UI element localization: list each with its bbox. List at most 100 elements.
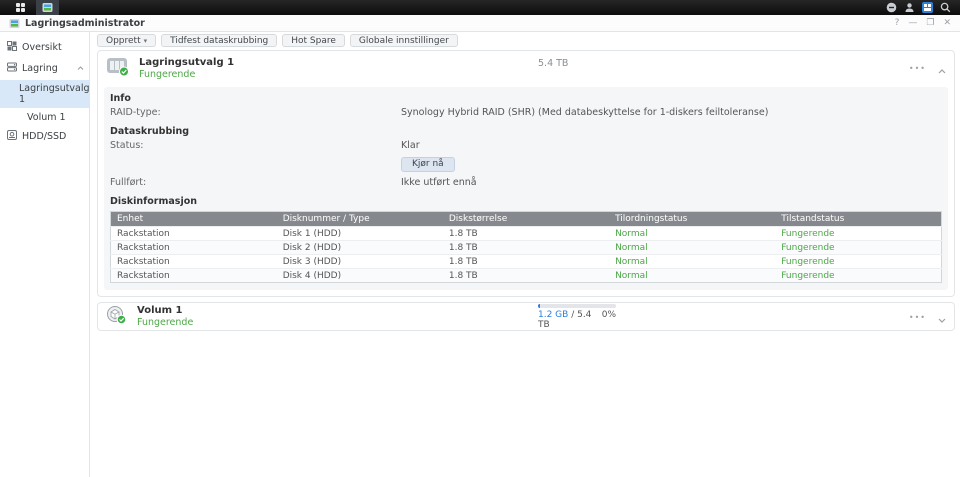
storage-pool-panel: Lagringsutvalg 1 Fungerende 5.4 TB ••• I… bbox=[97, 50, 955, 297]
pool-status-badge: Fungerende bbox=[139, 69, 196, 80]
disk-table: Enhet Disknummer / Type Diskstørrelse Ti… bbox=[110, 211, 942, 283]
cell-disk: Disk 1 (HDD) bbox=[276, 226, 443, 241]
window-title: Lagringsadministrator bbox=[25, 17, 145, 29]
volume-icon bbox=[106, 305, 128, 329]
table-row[interactable]: Rackstation Disk 1 (HDD) 1.8 TB Normal F… bbox=[110, 226, 942, 241]
collapse-panel-icon[interactable] bbox=[938, 59, 946, 78]
col-device[interactable]: Enhet bbox=[110, 211, 277, 227]
pool-capacity: 5.4 TB bbox=[538, 58, 569, 69]
info-heading: Info bbox=[110, 93, 131, 104]
cell-health: Fungerende bbox=[775, 268, 942, 283]
window-controls: ? — ❐ ✕ bbox=[895, 18, 951, 28]
scrubbing-heading: Dataskrubbing bbox=[110, 126, 190, 137]
overview-icon bbox=[7, 41, 17, 54]
cell-size: 1.8 TB bbox=[442, 240, 610, 255]
pool-identity: Lagringsutvalg 1 Fungerende bbox=[106, 57, 538, 81]
disk-table-header: Enhet Disknummer / Type Diskstørrelse Ti… bbox=[110, 211, 942, 227]
raid-type-label: RAID-type: bbox=[110, 107, 161, 118]
sidebar-item-volume-1[interactable]: Volum 1 bbox=[0, 109, 89, 126]
col-health-status[interactable]: Tilstandstatus bbox=[775, 211, 942, 227]
sidebar-item-storage[interactable]: Lagring bbox=[0, 59, 89, 78]
chevron-down-icon: ▾ bbox=[143, 36, 148, 45]
taskbar-storage-manager-button[interactable] bbox=[36, 0, 59, 15]
usage-percent: 0% bbox=[601, 309, 616, 320]
pool-panel-header: Lagringsutvalg 1 Fungerende 5.4 TB ••• bbox=[98, 51, 954, 85]
info-section: Info RAID-type: Synology Hybrid RAID (SH… bbox=[110, 93, 942, 118]
pool-title: Lagringsutvalg 1 bbox=[139, 57, 235, 68]
scrub-run-row: Kjør nå bbox=[110, 151, 942, 174]
raid-type-row: RAID-type: Synology Hybrid RAID (SHR) (M… bbox=[110, 107, 942, 118]
widgets-icon[interactable] bbox=[922, 2, 933, 13]
volume-panel: Volum 1 Fungerende 1.2 GB / 5.4 TB 0% ••… bbox=[97, 302, 955, 331]
scrub-status-label: Status: bbox=[110, 140, 144, 151]
scrub-done-value: Ikke utført ennå bbox=[401, 177, 477, 188]
close-button[interactable]: ✕ bbox=[943, 18, 951, 28]
maximize-button[interactable]: ❐ bbox=[926, 18, 934, 28]
cell-disk: Disk 2 (HDD) bbox=[276, 240, 443, 255]
col-disk-number[interactable]: Disknummer / Type bbox=[276, 211, 443, 227]
cell-device: Rackstation bbox=[110, 240, 277, 255]
cell-disk: Disk 3 (HDD) bbox=[276, 254, 443, 269]
collapse-chevron-icon[interactable] bbox=[77, 63, 84, 74]
hot-spare-button[interactable]: Hot Spare bbox=[282, 34, 345, 47]
minimize-button[interactable]: — bbox=[908, 18, 917, 28]
col-disk-size[interactable]: Diskstørrelse bbox=[442, 211, 610, 227]
cell-alloc: Normal bbox=[609, 240, 776, 255]
volume-usage: 1.2 GB / 5.4 TB 0% bbox=[538, 303, 616, 330]
cell-size: 1.8 TB bbox=[442, 268, 610, 283]
help-button[interactable]: ? bbox=[895, 18, 900, 28]
sidebar-item-label: Lagring bbox=[22, 63, 58, 74]
storage-pool-icon bbox=[106, 57, 130, 81]
global-settings-button[interactable]: Globale innstillinger bbox=[349, 34, 458, 47]
window-titlebar: Lagringsadministrator ? — ❐ ✕ bbox=[0, 15, 960, 32]
pool-titles: Lagringsutvalg 1 Fungerende bbox=[139, 57, 234, 80]
col-allocation-status[interactable]: Tilordningstatus bbox=[609, 211, 776, 227]
sidebar-item-hdd-ssd[interactable]: HDD/SSD bbox=[0, 127, 89, 146]
main-content: Lagringsutvalg 1 Fungerende 5.4 TB ••• I… bbox=[91, 50, 960, 477]
cell-device: Rackstation bbox=[110, 268, 277, 283]
cell-size: 1.8 TB bbox=[442, 254, 610, 269]
sidebar-item-label: HDD/SSD bbox=[22, 131, 67, 142]
sidebar: Oversikt Lagring Lagringsutvalg 1 Volum … bbox=[0, 32, 90, 477]
cell-health: Fungerende bbox=[775, 240, 942, 255]
more-options-icon[interactable]: ••• bbox=[909, 64, 926, 72]
cell-device: Rackstation bbox=[110, 226, 277, 241]
create-button[interactable]: Opprett ▾ bbox=[97, 34, 157, 47]
usage-text: 1.2 GB / 5.4 TB bbox=[538, 310, 602, 330]
volume-status-badge: Fungerende bbox=[137, 317, 194, 328]
cell-size: 1.8 TB bbox=[442, 226, 610, 241]
sidebar-item-overview[interactable]: Oversikt bbox=[0, 38, 89, 57]
table-row[interactable]: Rackstation Disk 4 (HDD) 1.8 TB Normal F… bbox=[110, 268, 942, 283]
global-settings-label: Globale innstillinger bbox=[358, 35, 449, 46]
usage-progress-fill bbox=[538, 303, 540, 308]
cell-device: Rackstation bbox=[110, 254, 277, 269]
taskbar bbox=[0, 0, 960, 15]
used-space-link[interactable]: 1.2 GB bbox=[538, 310, 568, 320]
cell-alloc: Normal bbox=[609, 268, 776, 283]
volume-header-actions: ••• bbox=[909, 306, 946, 327]
desktop: Lagringsadministrator ? — ❐ ✕ Oversikt L… bbox=[0, 0, 960, 477]
sidebar-item-label: Volum 1 bbox=[27, 112, 66, 123]
cell-health: Fungerende bbox=[775, 254, 942, 269]
expand-panel-icon[interactable] bbox=[938, 308, 946, 327]
sidebar-item-label: Lagringsutvalg 1 bbox=[19, 83, 90, 105]
schedule-scrubbing-button[interactable]: Tidfest dataskrubbing bbox=[161, 34, 278, 47]
more-options-icon[interactable]: ••• bbox=[909, 313, 926, 321]
table-row[interactable]: Rackstation Disk 3 (HDD) 1.8 TB Normal F… bbox=[110, 254, 942, 269]
pool-header-actions: ••• bbox=[909, 57, 946, 78]
run-now-button[interactable]: Kjør nå bbox=[401, 157, 455, 172]
sidebar-item-label: Oversikt bbox=[22, 42, 62, 53]
data-scrubbing-section: Dataskrubbing Status: Klar Kjør nå Fullf… bbox=[110, 126, 942, 188]
storage-icon bbox=[7, 62, 17, 75]
disk-info-section: Diskinformasjon Enhet Disknummer / Type … bbox=[110, 196, 942, 283]
disk-info-heading: Diskinformasjon bbox=[110, 196, 197, 207]
scrub-done-label: Fullført: bbox=[110, 177, 147, 188]
volume-identity: Volum 1 Fungerende bbox=[106, 305, 538, 329]
scrub-done-row: Fullført: Ikke utført ennå bbox=[110, 177, 942, 188]
pool-details: Info RAID-type: Synology Hybrid RAID (SH… bbox=[104, 87, 948, 290]
sidebar-item-storage-pool-1[interactable]: Lagringsutvalg 1 bbox=[0, 80, 90, 108]
volume-titles: Volum 1 Fungerende bbox=[137, 305, 193, 328]
table-row[interactable]: Rackstation Disk 2 (HDD) 1.8 TB Normal F… bbox=[110, 240, 942, 255]
volume-title: Volum 1 bbox=[137, 305, 183, 316]
usage-text-row: 1.2 GB / 5.4 TB 0% bbox=[538, 310, 616, 330]
